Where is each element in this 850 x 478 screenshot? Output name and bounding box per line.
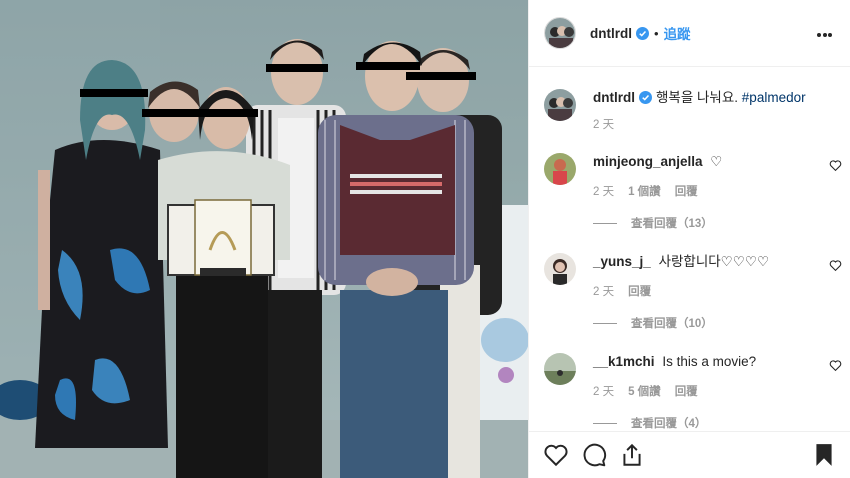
comment-username[interactable]: _yuns_j_ — [593, 254, 651, 269]
more-options-icon[interactable] — [817, 24, 837, 42]
comment-item: minjeong_anjella ♡ 2 天 1 個讚 回覆 查看回覆（13） — [544, 153, 844, 233]
view-replies-button[interactable]: 查看回覆（10） — [593, 315, 713, 331]
caption-username[interactable]: dntlrdl — [593, 90, 635, 105]
comment-time[interactable]: 2 天 — [593, 383, 614, 399]
comment-time[interactable]: 2 天 — [593, 283, 614, 299]
heart-icon[interactable] — [829, 359, 842, 372]
post-header: dntlrdl • 追蹤 — [529, 0, 850, 67]
post-actions-bar — [529, 431, 850, 478]
caption-text: 행복을 나눠요. — [656, 90, 739, 105]
avatar-image — [544, 253, 576, 285]
comment-text: ♡ — [710, 154, 723, 169]
post-photo[interactable] — [0, 0, 528, 478]
caption-time[interactable]: 2 天 — [593, 116, 614, 132]
share-icon[interactable] — [619, 442, 645, 468]
avatar-image — [544, 153, 576, 185]
avatar-image — [544, 89, 576, 121]
bookmark-icon[interactable] — [811, 442, 837, 468]
comment-icon[interactable] — [581, 442, 607, 468]
avatar[interactable] — [544, 153, 576, 185]
comment-likes[interactable]: 5 個讚 — [628, 383, 661, 399]
avatar[interactable] — [544, 353, 576, 385]
view-replies-label: 查看回覆（10） — [631, 318, 713, 330]
verified-badge-icon — [639, 91, 652, 104]
view-replies-label: 查看回覆（4） — [631, 418, 707, 430]
post-side-panel: dntlrdl • 追蹤 dntlrdl 행복을 나눠요. #palmedor … — [528, 0, 850, 478]
verified-badge-icon — [636, 26, 649, 40]
avatar-image — [545, 18, 575, 48]
header-username[interactable]: dntlrdl — [590, 26, 632, 41]
avatar[interactable] — [544, 89, 576, 121]
separator-dot: • — [654, 25, 659, 41]
reply-divider — [593, 222, 617, 224]
comment-text: Is this a movie? — [662, 354, 757, 369]
avatar[interactable] — [544, 253, 576, 285]
heart-icon[interactable] — [829, 159, 842, 172]
comment-username[interactable]: minjeong_anjella — [593, 154, 703, 169]
comment-username[interactable]: __k1mchi — [593, 354, 655, 369]
post-caption: dntlrdl 행복을 나눠요. #palmedor 2 天 — [544, 89, 844, 149]
group-photo-image — [0, 0, 528, 478]
comment-likes[interactable]: 1 個讚 — [628, 183, 661, 199]
comment-item: _yuns_j_ 사랑합니다♡♡♡♡ 2 天 回覆 查看回覆（10） — [544, 253, 844, 333]
follow-button[interactable]: 追蹤 — [664, 23, 691, 43]
comments-list[interactable]: dntlrdl행복을 나눠요. #palmedor 2 天 minjeong_ — [529, 67, 850, 430]
reply-button[interactable]: 回覆 — [675, 383, 698, 399]
comment-text: 사랑합니다♡♡♡♡ — [658, 254, 770, 269]
reply-divider — [593, 322, 617, 324]
reply-divider — [593, 422, 617, 424]
view-replies-button[interactable]: 查看回覆（13） — [593, 215, 713, 231]
reply-button[interactable]: 回覆 — [628, 283, 651, 299]
comment-item: __k1mchi Is this a movie? 2 天 5 個讚 回覆 查看… — [544, 353, 844, 430]
view-replies-label: 查看回覆（13） — [631, 218, 713, 230]
view-replies-button[interactable]: 查看回覆（4） — [593, 415, 706, 430]
like-heart-icon[interactable] — [543, 442, 569, 468]
avatar-image — [544, 353, 576, 385]
avatar[interactable] — [544, 17, 576, 49]
heart-icon[interactable] — [829, 259, 842, 272]
hashtag-link[interactable]: #palmedor — [742, 90, 806, 105]
reply-button[interactable]: 回覆 — [675, 183, 698, 199]
comment-time[interactable]: 2 天 — [593, 183, 614, 199]
